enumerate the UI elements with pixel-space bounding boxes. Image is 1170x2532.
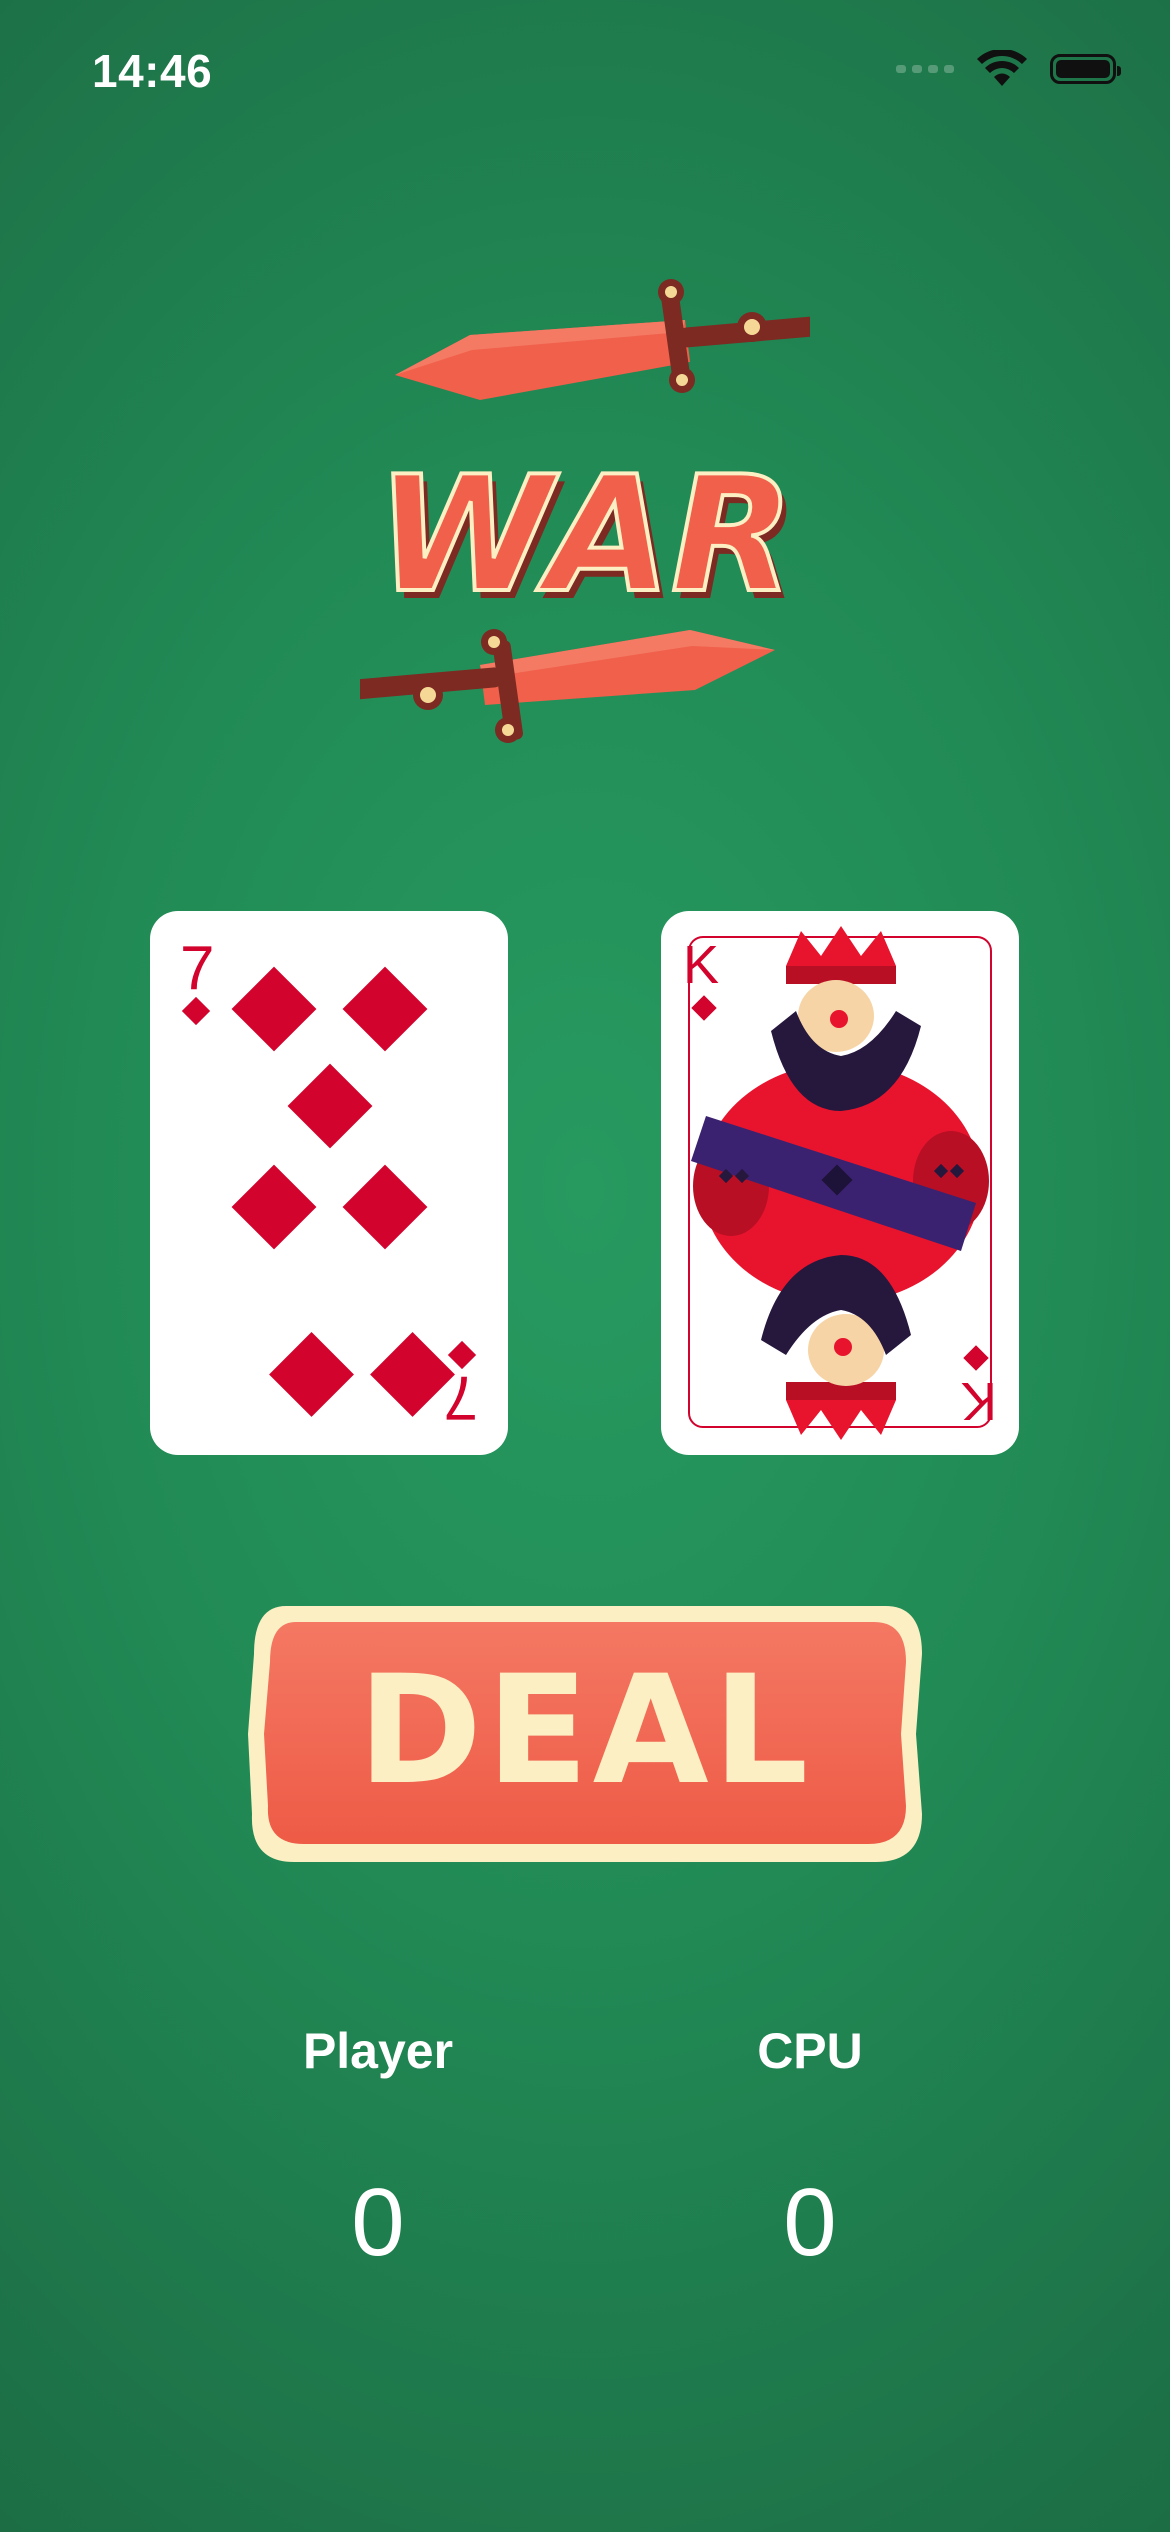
status-icons <box>896 50 1121 88</box>
cpu-card-rank: K <box>683 935 719 995</box>
status-time: 14:46 <box>92 45 213 97</box>
svg-text:K: K <box>961 1371 997 1431</box>
cellular-signal-icon <box>896 65 954 73</box>
top-sword-icon <box>395 279 831 400</box>
war-logo: WAR WAR <box>350 270 831 760</box>
king-figure-icon <box>691 926 989 1440</box>
deal-button-label: DEAL <box>358 1644 813 1818</box>
cpu-score-label: CPU <box>757 2023 863 2079</box>
bottom-sword-icon <box>350 629 775 743</box>
player-card: 7 7 <box>150 911 508 1455</box>
player-score-value: 0 <box>351 2169 405 2276</box>
deal-button[interactable]: DEAL <box>246 1604 924 1864</box>
diamond-pips <box>231 966 455 1417</box>
player-card-rank: 7 <box>180 934 214 1003</box>
wifi-icon <box>977 50 1027 86</box>
battery-icon <box>1050 54 1121 84</box>
svg-text:WAR: WAR <box>376 441 794 628</box>
player-score-label: Player <box>302 2023 454 2079</box>
cpu-score-value: 0 <box>783 2169 837 2276</box>
cpu-card: K K <box>661 911 1019 1455</box>
